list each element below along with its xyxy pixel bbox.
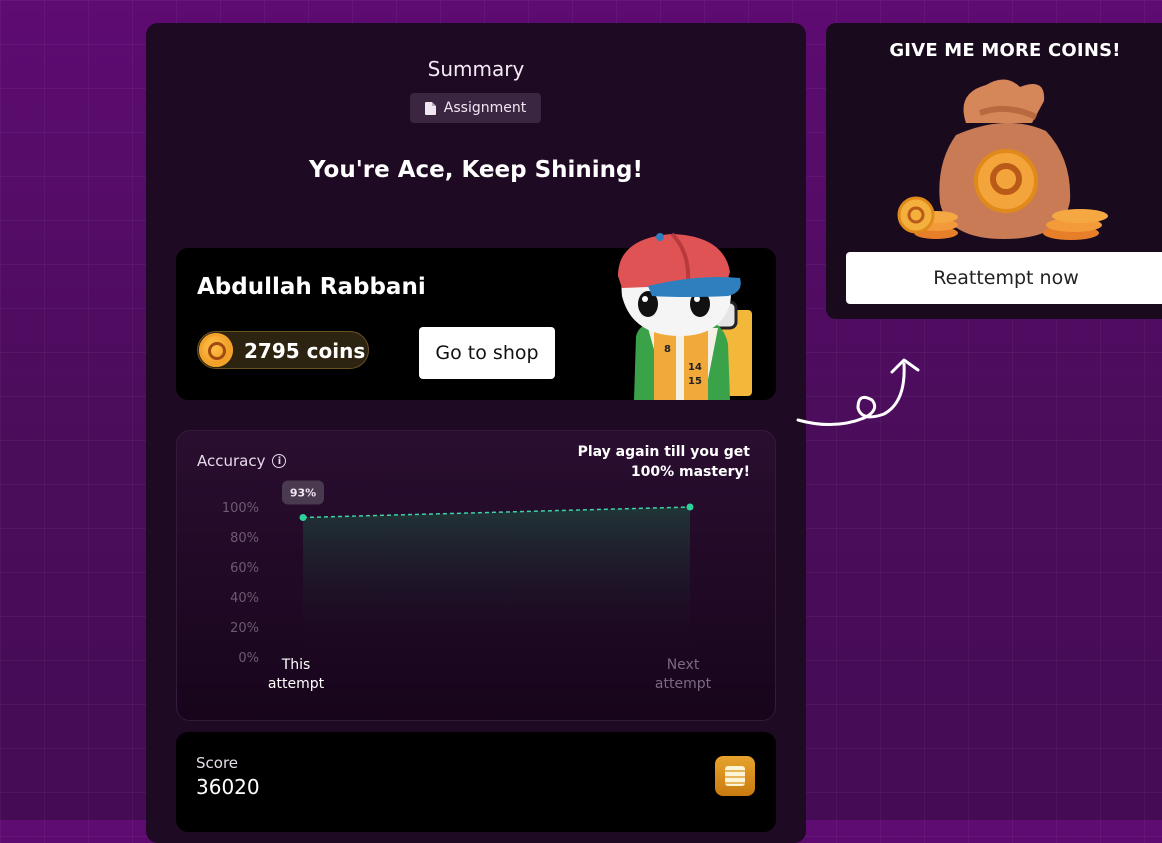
- score-label: Score: [196, 754, 239, 772]
- score-card: Score 36020: [176, 732, 776, 832]
- y-tick-label: 100%: [222, 501, 259, 516]
- svg-text:14: 14: [688, 362, 702, 373]
- accuracy-point: [299, 514, 307, 521]
- x-tick-label: Next: [667, 657, 700, 673]
- y-tick-label: 40%: [230, 591, 259, 606]
- data-label: 93%: [290, 487, 316, 500]
- x-tick-label: attempt: [268, 676, 325, 692]
- assignment-badge: Assignment: [410, 93, 541, 123]
- assignment-badge-label: Assignment: [443, 100, 527, 116]
- y-tick-label: 0%: [238, 651, 259, 666]
- summary-title: Summary: [427, 57, 525, 81]
- svg-text:8: 8: [664, 344, 671, 355]
- accuracy-card: Accuracy i Play again till you get 100% …: [176, 430, 776, 721]
- mascot-character-icon: 8 14 15: [618, 232, 752, 400]
- document-icon: [424, 101, 436, 115]
- x-tick-label: attempt: [655, 676, 712, 692]
- score-value: 36020: [196, 775, 260, 799]
- coin-balance-text: 2795 coins: [244, 339, 366, 363]
- go-to-shop-button[interactable]: Go to shop: [419, 327, 555, 379]
- coin-balance: 2795 coins: [197, 331, 369, 369]
- more-coins-panel: GIVE ME MORE COINS! Reattempt now: [826, 23, 1162, 319]
- accuracy-area: [303, 507, 690, 657]
- svg-text:15: 15: [688, 376, 702, 387]
- headline: You're Ace, Keep Shining!: [309, 157, 643, 183]
- summary-panel: Summary Assignment You're Ace, Keep Shin…: [146, 23, 806, 843]
- user-card: Abdullah Rabbani 2795 coins Go to shop 8…: [176, 232, 776, 400]
- x-tick-label: This: [281, 657, 311, 673]
- coin-icon: [199, 333, 233, 367]
- accuracy-chart: 100% 80% 60% 40% 20% 0% This attempt Next attemp…: [222, 480, 712, 692]
- reattempt-now-button[interactable]: Reattempt now: [846, 252, 1162, 304]
- y-tick-label: 20%: [230, 621, 259, 636]
- scoreboard-icon: [715, 756, 755, 796]
- more-coins-title: GIVE ME MORE COINS!: [889, 40, 1121, 61]
- coin-bag-icon: [897, 79, 1108, 240]
- curly-arrow-icon: [796, 358, 920, 427]
- accuracy-point: [686, 503, 694, 511]
- user-name: Abdullah Rabbani: [197, 274, 426, 300]
- y-tick-label: 60%: [230, 561, 259, 576]
- y-tick-label: 80%: [230, 531, 259, 546]
